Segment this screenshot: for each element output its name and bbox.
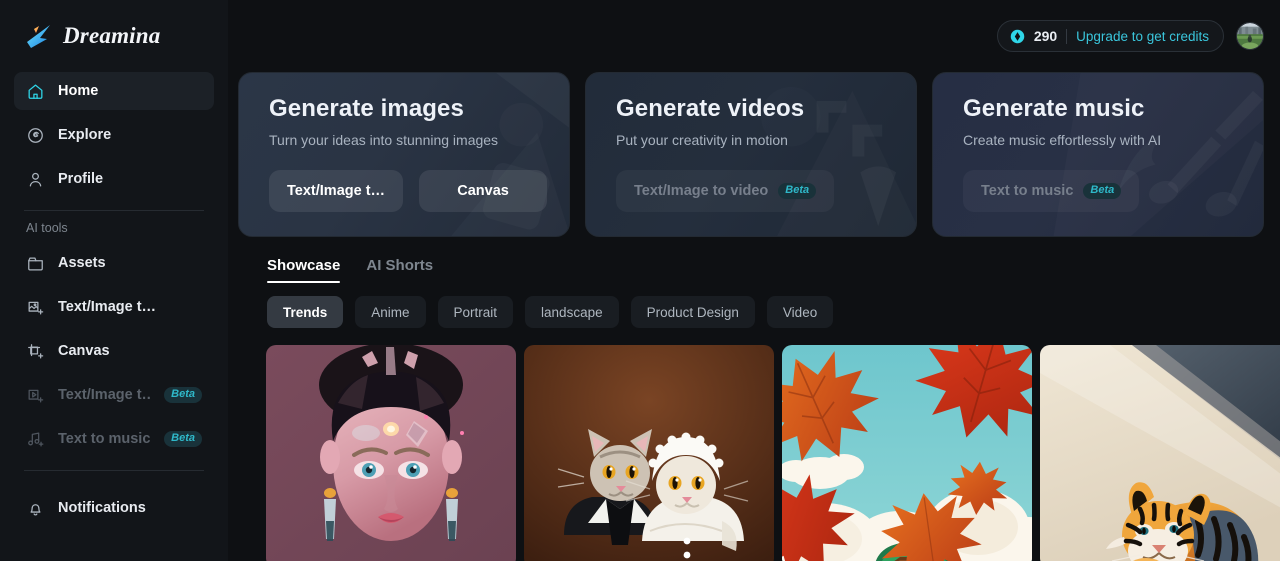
hero-card-actions: Text to music Beta <box>963 170 1263 212</box>
beta-badge: Beta <box>778 183 817 199</box>
showcase-gallery <box>228 328 1280 561</box>
chip-portrait[interactable]: Portrait <box>437 296 514 328</box>
hero-card-title: Generate music <box>963 95 1145 122</box>
brand-name: Dreamina <box>63 23 161 48</box>
app-root: Dreamina Home Explore Profile AI tools A… <box>0 0 1280 561</box>
text-to-image-button[interactable]: Text/Image t… <box>269 170 404 212</box>
sidebar-divider-top <box>24 210 204 211</box>
button-label: Text/Image t… <box>287 183 386 199</box>
upgrade-link[interactable]: Upgrade to get credits <box>1076 29 1209 44</box>
sidebar-divider-bottom <box>24 470 204 471</box>
brand[interactable]: Dreamina <box>14 0 214 72</box>
main-content: 290 Upgrade to get credits Generate imag… <box>228 0 1280 561</box>
hero-card-subtitle: Put your creativity in motion <box>616 132 788 148</box>
gallery-card[interactable] <box>1040 345 1280 561</box>
sidebar-section-label-ai-tools: AI tools <box>26 221 68 235</box>
hero-card-generate-videos[interactable]: Generate videos Put your creativity in m… <box>585 72 917 237</box>
sidebar-item-assets[interactable]: Assets <box>14 244 214 282</box>
hero-card-generate-music[interactable]: Generate music Create music effortlessly… <box>932 72 1264 237</box>
user-avatar-image <box>1237 23 1263 49</box>
wedding-cats-thumbnail <box>524 345 774 561</box>
beta-badge: Beta <box>164 431 202 447</box>
sidebar-item-label: Notifications <box>58 500 146 516</box>
chip-label: Portrait <box>453 304 498 320</box>
home-icon <box>26 82 45 101</box>
sidebar-item-label: Home <box>58 83 99 99</box>
chip-label: Product Design <box>646 304 739 320</box>
chip-label: Anime <box>371 304 410 320</box>
tab-ai-shorts[interactable]: AI Shorts <box>366 257 433 283</box>
sidebar-item-profile[interactable]: Profile <box>14 160 214 198</box>
text-to-image-icon <box>26 298 45 317</box>
text-to-video-icon <box>26 386 45 405</box>
sidebar-item-text-to-image[interactable]: Text/Image t… <box>14 288 214 326</box>
tiger-dune-thumbnail <box>1040 345 1280 561</box>
sidebar-item-label: Text to music <box>58 431 151 447</box>
sidebar-item-text-to-video[interactable]: Text/Image t… Beta <box>14 376 214 414</box>
chip-label: Video <box>782 304 818 320</box>
tab-showcase[interactable]: Showcase <box>267 257 341 283</box>
sidebar-item-label: Canvas <box>58 343 110 359</box>
canvas-icon <box>26 342 45 361</box>
chip-anime[interactable]: Anime <box>355 296 426 328</box>
beta-badge: Beta <box>1083 183 1122 199</box>
sidebar-item-label: Assets <box>58 255 106 271</box>
gallery-card[interactable] <box>524 345 774 561</box>
hero-card-actions: Text/Image t… Canvas <box>269 170 569 212</box>
sidebar: Dreamina Home Explore Profile AI tools A… <box>0 0 228 561</box>
hero-card-title: Generate videos <box>616 95 805 122</box>
sidebar-item-home[interactable]: Home <box>14 72 214 110</box>
hero-card-actions: Text/Image to video Beta <box>616 170 916 212</box>
credits-pill[interactable]: 290 Upgrade to get credits <box>996 20 1224 52</box>
filter-chip-row: Trends Anime Portrait landscape Product … <box>228 283 1280 328</box>
sidebar-item-label: Explore <box>58 127 112 143</box>
tab-label: Showcase <box>267 257 341 274</box>
sidebar-item-text-to-music[interactable]: Text to music Beta <box>14 420 214 458</box>
sidebar-item-explore[interactable]: Explore <box>14 116 214 154</box>
pill-separator <box>1066 28 1068 44</box>
autumn-leaves-car-thumbnail <box>782 345 1032 561</box>
button-label: Text/Image to video <box>634 183 769 199</box>
assets-folder-icon <box>26 254 45 273</box>
hero-card-row: Generate images Turn your ideas into stu… <box>228 72 1280 237</box>
sidebar-item-label: Profile <box>58 171 104 187</box>
gallery-card[interactable] <box>266 345 516 561</box>
chip-product-design[interactable]: Product Design <box>630 296 755 328</box>
dreamina-swoosh-logo <box>27 25 50 48</box>
text-to-music-button[interactable]: Text to music Beta <box>963 170 1140 212</box>
hero-card-subtitle: Create music effortlessly with AI <box>963 132 1162 148</box>
credits-value: 290 <box>1033 28 1058 44</box>
text-to-video-button[interactable]: Text/Image to video Beta <box>616 170 835 212</box>
avatar[interactable] <box>1236 22 1264 50</box>
explore-icon <box>26 126 45 145</box>
button-label: Canvas <box>457 183 509 199</box>
beta-badge: Beta <box>164 387 202 403</box>
topbar: 290 Upgrade to get credits <box>228 0 1280 72</box>
tab-label: AI Shorts <box>366 257 434 274</box>
hero-card-subtitle: Turn your ideas into stunning images <box>269 132 499 148</box>
sidebar-item-canvas[interactable]: Canvas <box>14 332 214 370</box>
chip-landscape[interactable]: landscape <box>525 296 619 328</box>
chip-video[interactable]: Video <box>766 296 834 328</box>
gallery-card[interactable] <box>782 345 1032 561</box>
chip-trends[interactable]: Trends <box>267 296 344 328</box>
sidebar-item-label: Text/Image t… <box>58 387 152 403</box>
text-to-music-icon <box>26 430 45 449</box>
sidebar-item-notifications[interactable]: Notifications <box>14 489 214 527</box>
chip-label: Trends <box>283 304 328 320</box>
sidebar-item-label: Text/Image t… <box>58 299 157 315</box>
content-tabs: Showcase AI Shorts <box>228 237 1280 283</box>
profile-icon <box>26 170 45 189</box>
bell-icon <box>26 499 45 518</box>
chip-label: landscape <box>541 304 603 320</box>
credit-diamond-icon <box>1010 29 1025 43</box>
canvas-button[interactable]: Canvas <box>419 170 548 212</box>
chrome-portrait-thumbnail <box>266 345 516 561</box>
button-label: Text to music <box>981 183 1074 199</box>
hero-card-title: Generate images <box>269 95 464 122</box>
hero-card-generate-images[interactable]: Generate images Turn your ideas into stu… <box>238 72 570 237</box>
